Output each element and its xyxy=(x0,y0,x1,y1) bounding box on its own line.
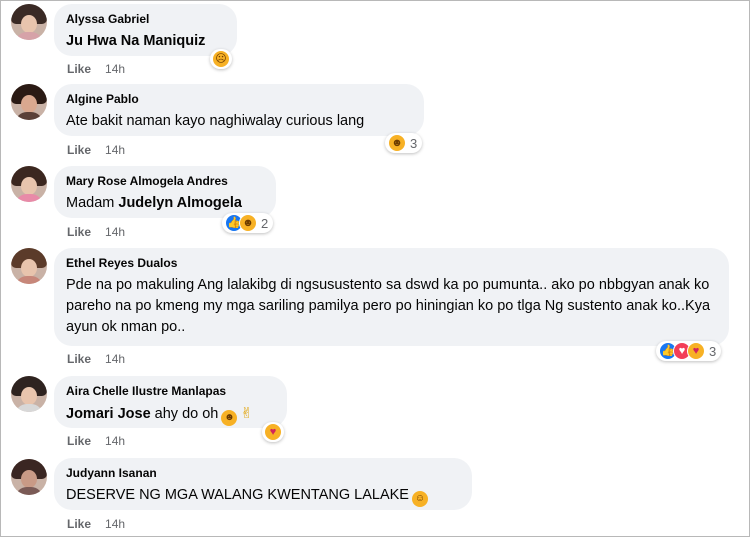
comment-bubble: Aira Chelle Ilustre Manlapas Jomari Jose… xyxy=(54,376,287,428)
reaction-summary[interactable]: 👍 ☻ 2 xyxy=(222,213,274,233)
care-icon: ♥ xyxy=(687,342,705,360)
haha-icon: ☻ xyxy=(388,134,406,152)
comment-bubble: Ethel Reyes Dualos Pde na po makuling An… xyxy=(54,248,729,346)
comment-actions: Like 14h xyxy=(67,352,125,366)
reaction-summary[interactable]: ♥ xyxy=(262,422,284,442)
avatar[interactable] xyxy=(11,248,47,284)
avatar[interactable] xyxy=(11,84,47,120)
comment-actions: Like 14h xyxy=(67,62,125,76)
comment-author[interactable]: Mary Rose Almogela Andres xyxy=(66,174,264,189)
comment-author[interactable]: Judyann Isanan xyxy=(66,466,460,481)
care-icon: ♥ xyxy=(264,423,282,441)
comment-timestamp[interactable]: 14h xyxy=(105,517,125,531)
mention-link[interactable]: Ju Hwa Na Maniquiz xyxy=(66,33,205,49)
comment-text: Madam Judelyn Almogela xyxy=(66,193,264,214)
avatar[interactable] xyxy=(11,166,47,202)
comment-bubble: Mary Rose Almogela Andres Madam Judelyn … xyxy=(54,166,276,218)
haha-icon: ☻ xyxy=(239,214,257,232)
reaction-count: 3 xyxy=(709,343,717,359)
comment-author[interactable]: Alyssa Gabriel xyxy=(66,12,225,27)
comment-text: Jomari Jose ahy do oh ☻ ✌ xyxy=(66,403,275,426)
like-button[interactable]: Like xyxy=(67,143,91,157)
comment-actions: Like 14h xyxy=(67,434,125,448)
comment-text-body: ahy do oh xyxy=(150,406,219,422)
comment-text: Ju Hwa Na Maniquiz xyxy=(66,31,225,52)
comment-actions: Like 14h xyxy=(67,225,125,239)
avatar[interactable] xyxy=(11,459,47,495)
victory-hand-icon: ✌ xyxy=(240,405,253,422)
comment-text-prefix: Madam xyxy=(66,195,119,211)
like-button[interactable]: Like xyxy=(67,225,91,239)
reaction-count: 2 xyxy=(261,215,269,231)
smiling-emoji-icon: ☺ xyxy=(411,491,428,507)
comment-timestamp[interactable]: 14h xyxy=(105,62,125,76)
comment-text-body: DESERVE NG MGA WALANG KWENTANG LALAKE xyxy=(66,487,409,503)
comment-timestamp[interactable]: 14h xyxy=(105,225,125,239)
reaction-summary[interactable]: 👍 ♥ ♥ 3 xyxy=(656,341,722,361)
comment-bubble: Alyssa Gabriel Ju Hwa Na Maniquiz xyxy=(54,4,237,56)
comment-text: Ate bakit naman kayo naghiwalay curious … xyxy=(66,113,365,129)
comment-actions: Like 14h xyxy=(67,517,125,531)
comment-timestamp[interactable]: 14h xyxy=(105,143,125,157)
avatar[interactable] xyxy=(11,376,47,412)
mention-link[interactable]: Jomari Jose xyxy=(66,406,151,422)
laughing-emoji-icon: ☻ xyxy=(221,410,238,426)
comment-text: DESERVE NG MGA WALANG KWENTANG LALAKE ☺ xyxy=(66,485,460,507)
reaction-summary[interactable]: ☹ xyxy=(210,49,232,69)
comment-author[interactable]: Ethel Reyes Dualos xyxy=(66,256,717,271)
comment-timestamp[interactable]: 14h xyxy=(105,352,125,366)
avatar[interactable] xyxy=(11,4,47,40)
reaction-summary[interactable]: ☻ 3 xyxy=(385,133,423,153)
like-button[interactable]: Like xyxy=(67,62,91,76)
comment-author[interactable]: Aira Chelle Ilustre Manlapas xyxy=(66,384,275,399)
comment-text: Pde na po makuling Ang lalakibg di ngsus… xyxy=(66,277,711,335)
comment-bubble: Algine Pablo Ate bakit naman kayo naghiw… xyxy=(54,84,424,136)
reaction-count: 3 xyxy=(410,135,418,151)
comment-author[interactable]: Algine Pablo xyxy=(66,92,412,107)
sad-icon: ☹ xyxy=(212,50,230,68)
comment-actions: Like 14h xyxy=(67,143,125,157)
mention-link[interactable]: Judelyn Almogela xyxy=(118,195,242,211)
comment-bubble: Judyann Isanan DESERVE NG MGA WALANG KWE… xyxy=(54,458,472,510)
like-button[interactable]: Like xyxy=(67,517,91,531)
like-button[interactable]: Like xyxy=(67,352,91,366)
comment-timestamp[interactable]: 14h xyxy=(105,434,125,448)
like-button[interactable]: Like xyxy=(67,434,91,448)
